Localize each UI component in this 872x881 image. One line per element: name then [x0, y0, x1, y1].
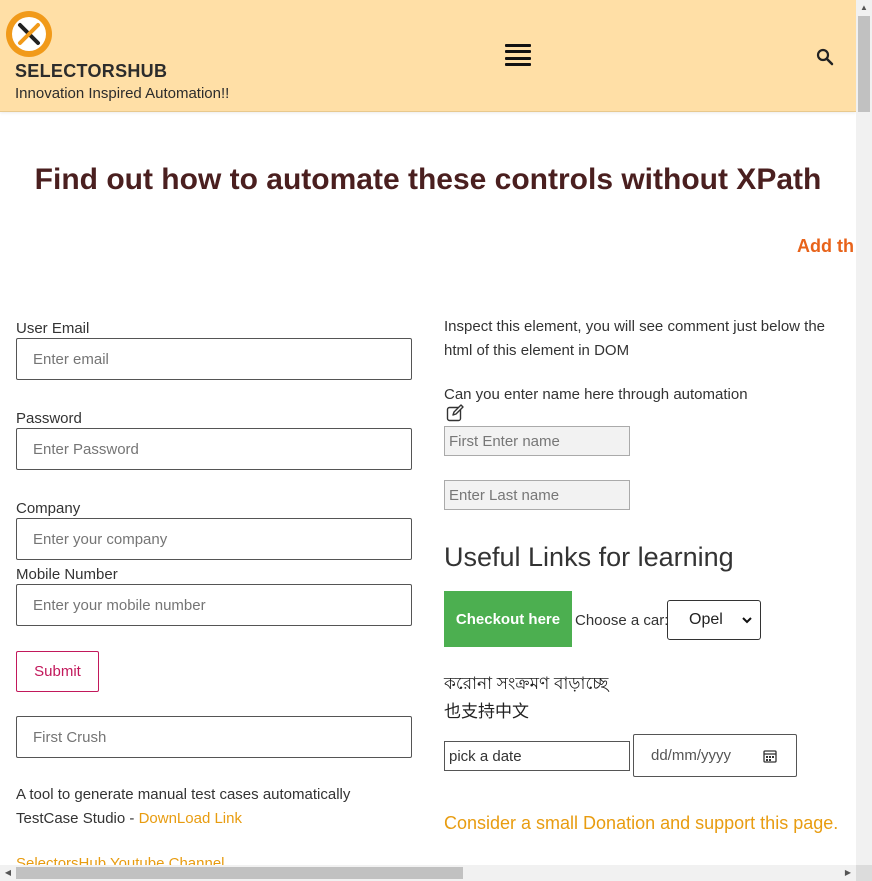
date-picker-field[interactable]: dd/mm/yyyy — [633, 734, 797, 777]
menu-bar — [505, 50, 531, 54]
company-placeholder: Enter your company — [33, 530, 168, 548]
chevron-down-icon — [742, 617, 752, 624]
car-select[interactable]: Opel — [667, 600, 761, 640]
site-title[interactable]: SELECTORSHUB — [15, 61, 167, 82]
last-name-field[interactable]: Enter Last name — [444, 480, 630, 510]
mobile-label: Mobile Number — [16, 566, 118, 583]
email-placeholder: Enter email — [33, 350, 109, 368]
youtube-channel-link[interactable]: SelectorsHub Youtube Channel — [16, 856, 236, 865]
useful-links-heading: Useful Links for learning — [444, 542, 734, 572]
last-name-placeholder: Enter Last name — [449, 486, 560, 504]
vertical-scrollbar[interactable]: ▲ — [856, 0, 872, 865]
testcase-studio-line: TestCase Studio - DownLoad Link — [16, 807, 242, 831]
hamburger-menu-icon[interactable] — [505, 42, 531, 68]
scroll-up-arrow-icon[interactable]: ▲ — [856, 0, 872, 16]
search-icon[interactable] — [816, 48, 834, 66]
horizontal-scroll-thumb[interactable] — [16, 867, 463, 879]
car-selected-value: Opel — [689, 611, 723, 628]
car-label: Choose a car: — [575, 612, 669, 629]
submit-button[interactable]: Submit — [16, 651, 99, 692]
first-crush-placeholder: First Crush — [33, 728, 107, 746]
logo-x-icon — [18, 23, 40, 45]
password-field[interactable]: Enter Password — [16, 428, 412, 470]
enter-name-text: Can you enter name here through automati… — [444, 386, 748, 403]
inspect-comment-text: Inspect this element, you will see comme… — [444, 318, 826, 359]
horizontal-scrollbar[interactable]: ◀ ▶ — [0, 865, 856, 881]
scroll-left-arrow-icon[interactable]: ◀ — [0, 865, 16, 881]
date-placeholder: dd/mm/yyyy — [651, 747, 732, 764]
email-label: User Email — [16, 320, 90, 337]
pick-date-field[interactable]: pick a date — [444, 741, 630, 771]
first-crush-field[interactable]: First Crush — [16, 716, 412, 758]
vertical-scroll-thumb[interactable] — [858, 16, 870, 112]
tool-description: A tool to generate manual test cases aut… — [16, 786, 351, 803]
checkout-button[interactable]: Checkout here — [444, 591, 572, 647]
calendar-icon[interactable] — [763, 749, 777, 763]
company-label: Company — [16, 500, 81, 517]
marquee-text: Add th — [797, 236, 854, 256]
password-label: Password — [16, 410, 82, 427]
edit-icon[interactable] — [446, 404, 464, 422]
mobile-field[interactable]: Enter your mobile number — [16, 584, 412, 626]
donation-link[interactable]: Consider a small Donation and support th… — [444, 811, 844, 835]
menu-bar — [505, 44, 531, 47]
site-header: SELECTORSHUB Innovation Inspired Automat… — [0, 0, 856, 112]
scroll-right-arrow-icon[interactable]: ▶ — [840, 865, 856, 881]
first-name-field[interactable]: First Enter name — [444, 426, 630, 456]
scrollbar-corner — [856, 865, 872, 881]
password-placeholder: Enter Password — [33, 440, 139, 458]
selectorshub-logo[interactable] — [6, 11, 52, 57]
download-link[interactable]: DownLoad Link — [139, 810, 242, 827]
bengali-text: করোনা সংক্রমণ বাড়াচ্ছে — [444, 674, 609, 693]
menu-bar — [505, 62, 531, 66]
testcase-prefix: TestCase Studio - — [16, 810, 139, 827]
first-name-placeholder: First Enter name — [449, 432, 560, 450]
company-field[interactable]: Enter your company — [16, 518, 412, 560]
pick-date-value: pick a date — [449, 747, 522, 765]
site-tagline: Innovation Inspired Automation!! — [15, 85, 230, 102]
menu-bar — [505, 56, 531, 60]
chinese-text: 也支持中文 — [444, 702, 529, 721]
page-heading: Find out how to automate these controls … — [34, 163, 822, 196]
mobile-placeholder: Enter your mobile number — [33, 596, 206, 614]
email-field[interactable]: Enter email — [16, 338, 412, 380]
logo-inner — [12, 17, 46, 51]
